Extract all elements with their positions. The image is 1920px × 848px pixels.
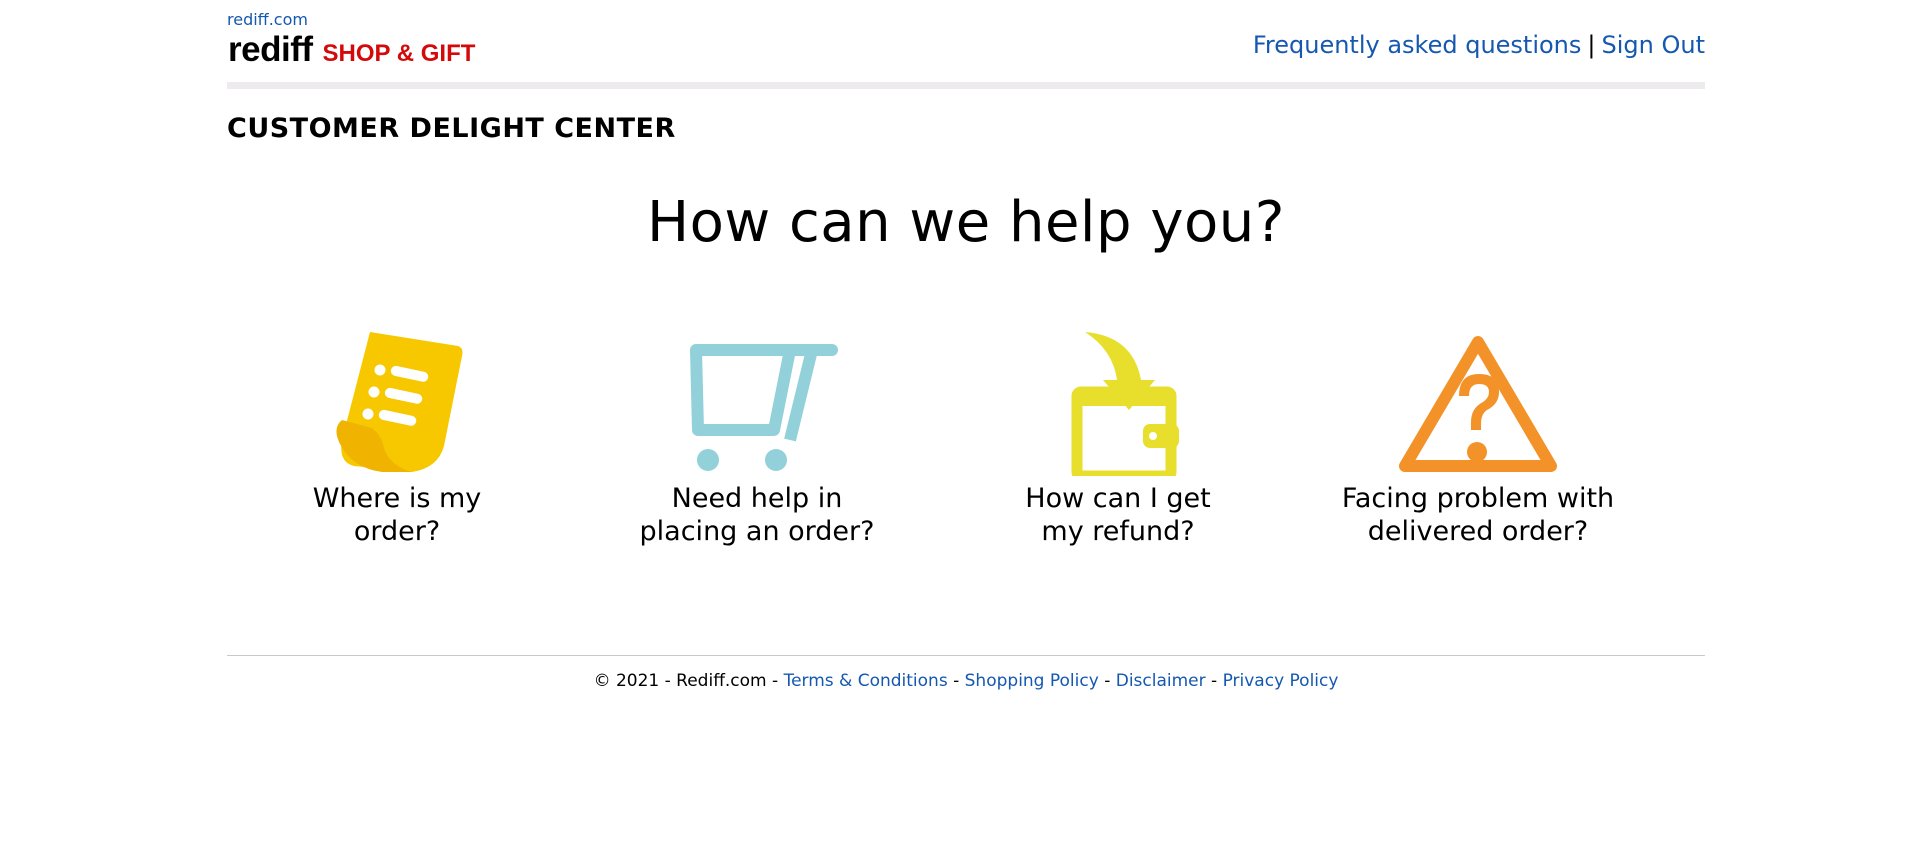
footer-separator: - bbox=[1211, 671, 1218, 691]
option-problem-with-delivered-order[interactable]: Facing problem with delivered order? bbox=[1308, 328, 1648, 548]
footer-separator: - bbox=[1104, 671, 1111, 691]
option-label-line2: order? bbox=[353, 516, 441, 547]
option-where-is-my-order[interactable]: Where is my order? bbox=[227, 328, 567, 548]
footer: © 2021 - Rediff.com - Terms & Conditions… bbox=[227, 671, 1705, 691]
header: rediff.com rediff SHOP & GIFT Frequently … bbox=[227, 0, 1705, 89]
refund-wallet-icon bbox=[1071, 332, 1179, 476]
shopping-cart-icon bbox=[690, 344, 838, 471]
logo-shop-gift-text: SHOP & GIFT bbox=[322, 40, 476, 67]
option-label-line2: my refund? bbox=[1041, 516, 1195, 547]
shopping-policy-link[interactable]: Shopping Policy bbox=[965, 671, 1099, 691]
rediff-shop-gift-logo[interactable]: rediff SHOP & GIFT bbox=[228, 30, 475, 70]
option-label-line2: placing an order? bbox=[639, 516, 875, 547]
footer-separator: - bbox=[772, 671, 779, 691]
privacy-policy-link[interactable]: Privacy Policy bbox=[1223, 671, 1339, 691]
nav-separator: | bbox=[1587, 31, 1596, 59]
warning-question-icon bbox=[1399, 336, 1557, 472]
option-label-line2: delivered order? bbox=[1367, 516, 1589, 547]
logo-rediff-text: rediff bbox=[228, 30, 313, 69]
footer-separator: - bbox=[953, 671, 960, 691]
copyright-text: © 2021 - Rediff.com bbox=[593, 671, 767, 691]
option-label-line1: Need help in bbox=[671, 483, 843, 514]
faq-link[interactable]: Frequently asked questions bbox=[1253, 31, 1582, 59]
top-nav: Frequently asked questions | Sign Out bbox=[1253, 31, 1705, 59]
header-divider bbox=[227, 82, 1705, 89]
sign-out-link[interactable]: Sign Out bbox=[1602, 31, 1706, 59]
terms-conditions-link[interactable]: Terms & Conditions bbox=[784, 671, 948, 691]
option-label-line1: Facing problem with bbox=[1341, 483, 1615, 514]
option-how-to-get-refund[interactable]: How can I get my refund? bbox=[948, 328, 1288, 548]
option-label-line1: Where is my bbox=[312, 483, 482, 514]
disclaimer-link[interactable]: Disclaimer bbox=[1116, 671, 1206, 691]
help-options: Where is my order? Need help in placing … bbox=[227, 328, 1705, 558]
footer-divider bbox=[227, 655, 1705, 656]
rediff-home-link[interactable]: rediff.com bbox=[227, 10, 308, 29]
option-label-line1: How can I get bbox=[1025, 483, 1211, 514]
page: rediff.com rediff SHOP & GIFT Frequently … bbox=[227, 0, 1705, 691]
order-receipt-icon bbox=[336, 332, 463, 472]
page-headline: How can we help you? bbox=[647, 190, 1285, 255]
option-need-help-placing-order[interactable]: Need help in placing an order? bbox=[587, 328, 927, 548]
section-title: CUSTOMER DELIGHT CENTER bbox=[227, 113, 676, 144]
